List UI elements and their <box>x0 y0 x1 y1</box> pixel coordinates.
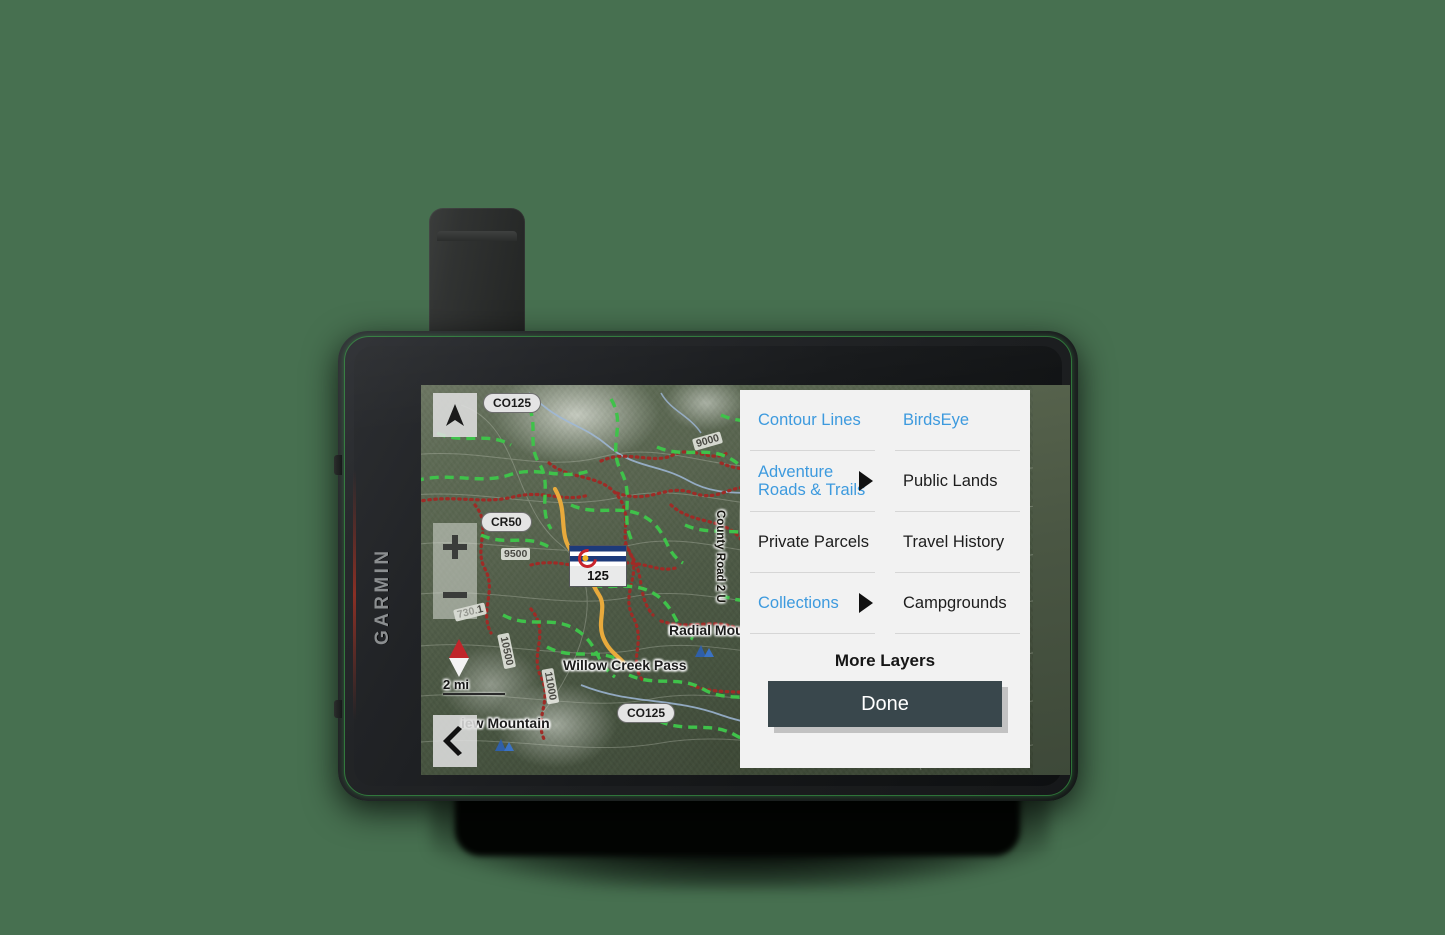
garmin-wordmark: GARMIN <box>372 547 393 645</box>
layer-label: Campgrounds <box>903 593 1007 612</box>
mountain-peak-icon <box>693 643 715 657</box>
map-label-county-road: County Road 2 U <box>714 510 726 603</box>
layers-grid: Contour Lines BirdsEye Adventure Roads &… <box>740 390 1030 634</box>
map-layers-panel: Contour Lines BirdsEye Adventure Roads &… <box>740 390 1030 768</box>
back-button[interactable] <box>433 715 477 767</box>
zoom-out-icon[interactable] <box>443 583 467 607</box>
elevation-label: 9500 <box>501 548 531 560</box>
road-pill-co125-south: CO125 <box>617 703 676 723</box>
layer-item-travel-history[interactable]: Travel History <box>895 512 1020 573</box>
layer-item-private-parcels[interactable]: Private Parcels <box>750 512 875 573</box>
map-scale-label: 2 mi <box>443 677 470 692</box>
zoom-controls[interactable] <box>433 523 477 619</box>
done-button[interactable]: Done <box>768 681 1002 727</box>
chevron-right-icon <box>859 471 873 491</box>
map-right-sliver <box>1033 385 1070 775</box>
layer-item-campgrounds[interactable]: Campgrounds <box>895 573 1020 634</box>
layer-item-public-lands[interactable]: Public Lands <box>895 451 1020 512</box>
map-scale-bar: 2 mi <box>443 677 505 695</box>
north-up-button[interactable] <box>433 393 477 437</box>
device-side-accent-strip <box>353 470 356 720</box>
more-layers-label[interactable]: More Layers <box>740 634 1030 681</box>
zoom-in-icon[interactable] <box>443 535 467 559</box>
layer-item-birdseye[interactable]: BirdsEye <box>895 390 1020 451</box>
colorado-route-shield: 125 <box>569 545 627 587</box>
layer-label: BirdsEye <box>903 410 970 429</box>
position-marker-bottom <box>449 658 469 677</box>
layer-label: Adventure Roads & Trails <box>758 463 865 500</box>
layer-label: Travel History <box>903 532 1005 551</box>
mount-bracket-lip <box>437 231 517 241</box>
device-side-button-bottom[interactable] <box>334 700 342 718</box>
route-number: 125 <box>587 567 609 583</box>
layer-label-line1: Adventure <box>758 462 834 481</box>
device-screen: 9000 9500 730.1 10500 11000 CO125 CR50 C… <box>421 385 1070 775</box>
layer-item-adventure-roads-trails[interactable]: Adventure Roads & Trails <box>750 451 875 512</box>
road-pill-co125-north: CO125 <box>483 393 542 413</box>
layer-label: Collections <box>758 593 839 612</box>
current-position-marker <box>449 639 469 677</box>
layer-label-line2: Roads & Trails <box>758 481 866 499</box>
layer-item-collections[interactable]: Collections <box>750 573 875 634</box>
north-arrow-icon <box>446 404 464 426</box>
layer-label: Contour Lines <box>758 410 861 429</box>
map-scale-line <box>443 693 505 695</box>
mountain-peak-icon <box>493 737 515 751</box>
done-button-wrapper: Done <box>740 681 1030 733</box>
device-side-button-top[interactable] <box>334 455 342 475</box>
layer-label: Private Parcels <box>758 532 869 551</box>
road-pill-cr50: CR50 <box>481 512 532 532</box>
layer-item-contour-lines[interactable]: Contour Lines <box>750 390 875 451</box>
chevron-right-icon <box>859 593 873 613</box>
back-chevron-icon <box>443 726 462 756</box>
position-marker-top <box>449 639 469 658</box>
layer-label: Public Lands <box>903 471 998 490</box>
colorado-flag-icon <box>570 545 626 572</box>
map-label-willow-creek-pass: Willow Creek Pass <box>563 657 687 673</box>
